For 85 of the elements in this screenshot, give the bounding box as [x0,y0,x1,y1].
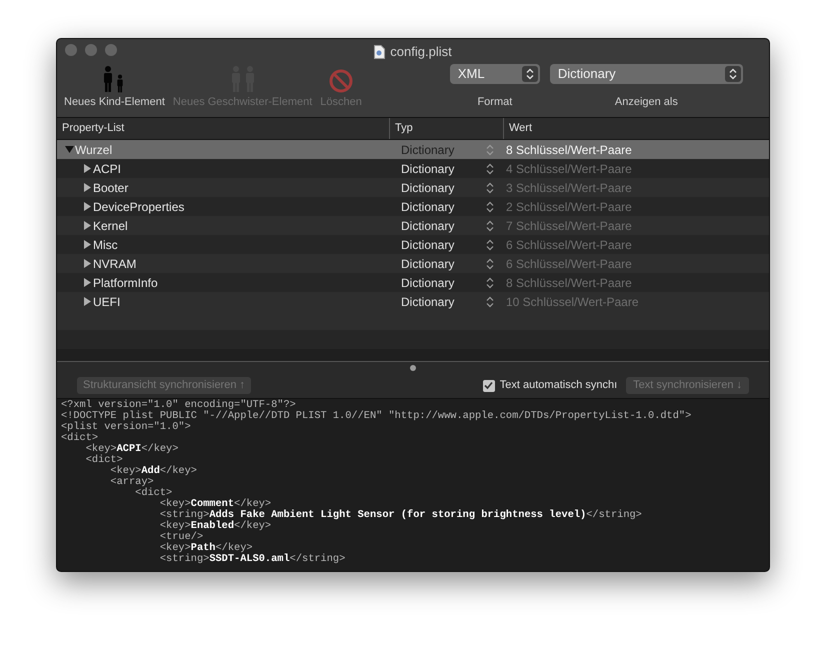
tree-row[interactable]: DeviceProperties Dictionary 2 Schlüssel/Wert-Paare [57,197,769,216]
code-line: <?xml version="1.0" encoding="UTF-8"?> [61,400,296,411]
code-line: <array> [109,477,154,488]
value-text: 6 Schlüssel/Wert-Paare [505,236,632,254]
type-text: Dictionary [401,180,454,196]
tree-row[interactable]: ACPI Dictionary 4 Schlüssel/Wert-Paare [57,159,769,178]
stepper-icon[interactable] [486,162,494,174]
tree-row[interactable]: Booter Dictionary 3 Schlüssel/Wert-Paare [57,178,769,197]
type-text: Dictionary [401,198,454,216]
collapsed-triangle-icon[interactable] [82,278,93,288]
value-text: 4 Schlüssel/Wert-Paare [505,160,632,178]
stepper-icon[interactable] [486,276,494,288]
key-text: ACPI [93,160,122,178]
value-text: 8 Schlüssel/Wert-Paare [505,142,632,158]
code-line: <dict> [61,433,98,444]
xml-editor[interactable] [57,399,769,571]
document-icon [374,44,386,59]
collapsed-triangle-icon[interactable] [82,240,93,250]
value-text: 3 Schlüssel/Wert-Paare [505,180,632,196]
value-text: 6 Schlüssel/Wert-Paare [505,256,632,272]
key-text: Misc [93,236,118,254]
window-title: config.plist [390,43,452,61]
collapsed-triangle-icon[interactable] [82,202,93,212]
collapsed-triangle-icon[interactable] [82,258,93,268]
code-line: <key>Path</key> [158,543,253,554]
key-text: DeviceProperties [93,198,184,216]
collapsed-triangle-icon[interactable] [82,182,93,192]
stepper-icon [724,66,741,82]
auto-sync-label: Text automatisch synchı [500,378,618,394]
key-text: Wurzel [75,142,112,158]
type-text: Dictionary [401,236,454,254]
column-header[interactable]: Wert [504,118,769,139]
collapsed-triangle-icon[interactable] [82,164,93,174]
value-text: 2 Schlüssel/Wert-Paare [505,198,632,216]
code-line: <plist version="1.0"> [61,422,191,433]
key-text: PlatformInfo [93,274,158,292]
format-label: Format [477,95,512,110]
type-text: Dictionary [401,142,454,158]
type-text: Dictionary [401,274,454,292]
value-text: 10 Schlüssel/Wert-Paare [505,294,639,310]
code-line: <string>SSDT-ALS0.aml</string> [158,554,346,565]
toolbar-button[interactable]: Neues Kind-Element [60,65,169,109]
type-text: Dictionary [401,218,454,234]
key-text: Kernel [93,218,128,234]
column-header[interactable]: Typ [390,118,504,139]
key-text: Booter [93,180,128,196]
tree-row[interactable]: UEFI Dictionary 10 Schlüssel/Wert-Paare [57,292,769,311]
tree-row[interactable]: Misc Dictionary 6 Schlüssel/Wert-Paare [57,235,769,254]
type-text: Dictionary [401,294,454,310]
tree-row[interactable]: NVRAM Dictionary 6 Schlüssel/Wert-Paare [57,254,769,273]
tree-row[interactable]: Kernel Dictionary 7 Schlüssel/Wert-Paare [57,216,769,235]
key-text: UEFI [93,294,120,310]
auto-sync-checkbox[interactable] [482,380,495,392]
view-as-popup[interactable]: Dictionary [550,64,743,84]
key-text: NVRAM [93,256,136,272]
code-line: <key>Add</key> [109,466,197,477]
code-line: <key>Enabled</key> [158,521,272,532]
stepper-icon[interactable] [486,238,494,250]
code-line: <dict> [134,488,172,499]
no-entry-icon [329,69,354,93]
code-line: <key>ACPI</key> [84,444,178,455]
code-line: <dict> [84,455,123,466]
stepper-icon[interactable] [486,296,494,308]
collapsed-triangle-icon[interactable] [82,220,93,230]
type-text: Dictionary [401,256,454,272]
tree-row[interactable]: Wurzel Dictionary 8 Schlüssel/Wert-Paare [57,140,769,159]
collapsed-triangle-icon[interactable] [82,296,93,306]
view-as-label: Anzeigen als [614,95,678,110]
value-text: 7 Schlüssel/Wert-Paare [505,218,632,234]
split-handle[interactable] [410,364,416,370]
stepper-icon[interactable] [486,182,494,194]
tree-row[interactable]: PlatformInfo Dictionary 8 Schlüssel/Wert-Paare [57,273,769,292]
format-popup[interactable]: XML [450,64,540,84]
type-text: Dictionary [401,160,454,178]
value-text: 8 Schlüssel/Wert-Paare [505,274,632,292]
column-header[interactable]: Property-List [57,118,390,139]
stepper-icon [522,66,538,82]
stepper-icon[interactable] [486,200,494,212]
stepper-icon[interactable] [486,220,494,232]
expanded-triangle-icon[interactable] [64,144,75,154]
code-line: <!DOCTYPE plist PUBLIC "-//Apple//DTD PLIST 1.0//EN" "http://www.apple.com/DTDs/PropertyList-1.0.dtd"> [61,411,692,422]
code-line: <string>Adds Fake Ambient Light Sensor (for storing brightness level)</string> [158,510,642,521]
code-line: <key>Comment</key> [158,499,272,510]
stepper-icon[interactable] [486,258,494,270]
code-line: <true/> [158,532,204,543]
